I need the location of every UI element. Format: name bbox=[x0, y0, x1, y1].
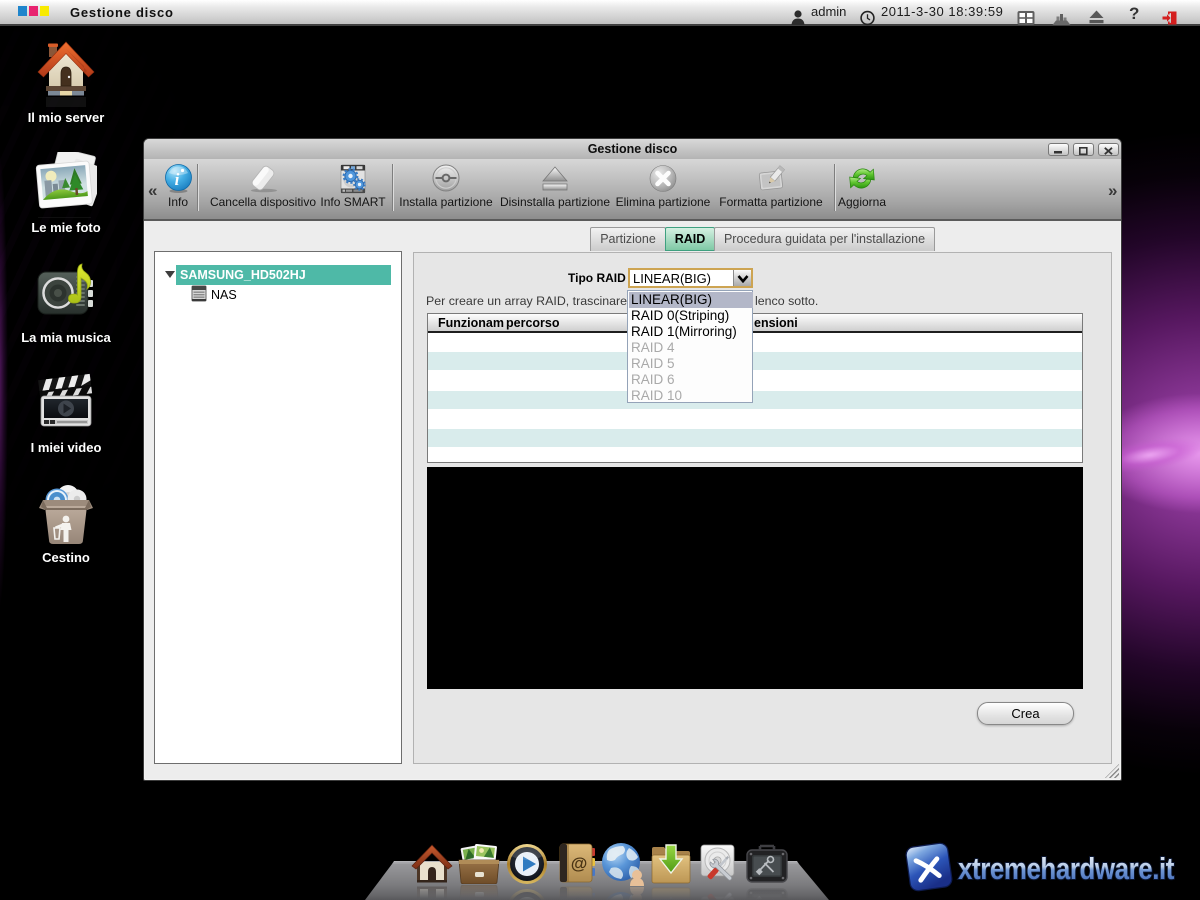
svg-text:@: @ bbox=[571, 854, 588, 873]
svg-text:i: i bbox=[174, 170, 179, 189]
svg-text:xtremehardware.it: xtremehardware.it bbox=[958, 851, 1174, 886]
